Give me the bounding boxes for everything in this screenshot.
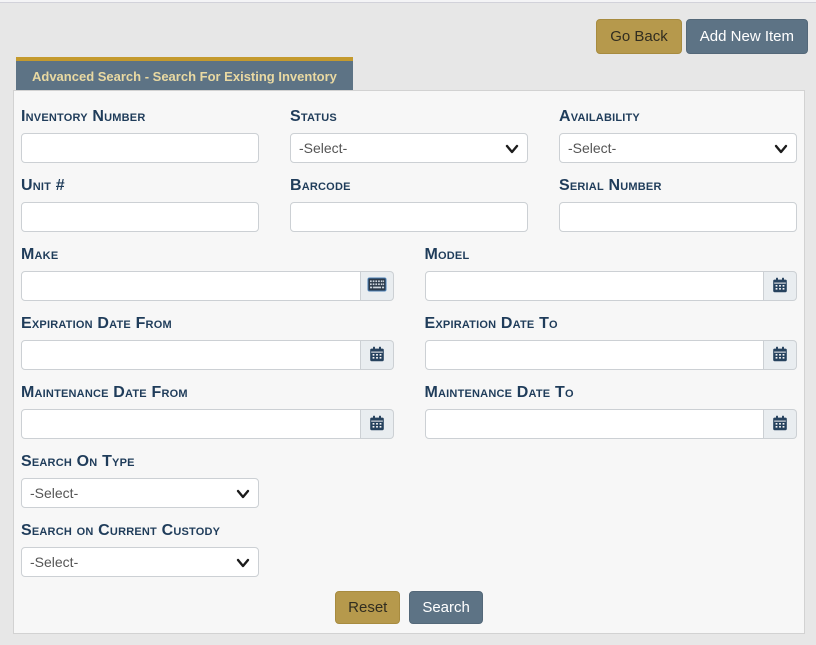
- form-row-7: Search on Current Custody -Select-: [21, 522, 797, 577]
- reset-button[interactable]: Reset: [335, 591, 400, 624]
- availability-label: Availability: [559, 108, 797, 126]
- inventory-number-label: Inventory Number: [21, 108, 259, 126]
- status-label: Status: [290, 108, 528, 126]
- expiration-date-to-input[interactable]: [425, 340, 765, 370]
- field-expiration-date-from: Expiration Date From: [21, 315, 394, 370]
- barcode-input[interactable]: [290, 202, 528, 232]
- make-label: Make: [21, 246, 394, 264]
- barcode-label: Barcode: [290, 177, 528, 195]
- maintenance-date-from-label: Maintenance Date From: [21, 384, 394, 402]
- field-maintenance-date-to: Maintenance Date To: [425, 384, 798, 439]
- field-status: Status -Select-: [290, 108, 528, 163]
- expiration-date-to-label: Expiration Date To: [425, 315, 798, 333]
- maintenance-date-to-calendar-button[interactable]: [764, 409, 797, 439]
- maintenance-date-from-calendar-button[interactable]: [361, 409, 394, 439]
- form-row-3: Make: [21, 246, 797, 301]
- header-actions: Go Back Add New Item: [596, 19, 808, 54]
- field-unit-number: Unit #: [21, 177, 259, 232]
- form-row-6: Search On Type -Select-: [21, 453, 797, 508]
- maintenance-date-to-label: Maintenance Date To: [425, 384, 798, 402]
- field-search-on-type: Search On Type -Select-: [21, 453, 259, 508]
- form-row-4: Expiration Date From Expiration Date To: [21, 315, 797, 370]
- make-keyboard-addon-button[interactable]: [361, 271, 394, 301]
- search-on-current-custody-select[interactable]: -Select-: [21, 547, 259, 577]
- serial-number-input[interactable]: [559, 202, 797, 232]
- maintenance-date-to-input[interactable]: [425, 409, 765, 439]
- expiration-date-from-calendar-button[interactable]: [361, 340, 394, 370]
- search-on-current-custody-label: Search on Current Custody: [21, 522, 259, 540]
- field-make: Make: [21, 246, 394, 301]
- field-barcode: Barcode: [290, 177, 528, 232]
- expiration-date-from-input[interactable]: [21, 340, 361, 370]
- field-maintenance-date-from: Maintenance Date From: [21, 384, 394, 439]
- field-serial-number: Serial Number: [559, 177, 797, 232]
- advanced-search-panel: Inventory Number Status -Select- Availab…: [13, 90, 805, 634]
- unit-number-input[interactable]: [21, 202, 259, 232]
- add-new-item-button[interactable]: Add New Item: [686, 19, 808, 54]
- form-row-1: Inventory Number Status -Select- Availab…: [21, 108, 797, 163]
- form-footer: Reset Search: [21, 591, 797, 624]
- model-label: Model: [425, 246, 798, 264]
- form-row-5: Maintenance Date From Maintenance Date T…: [21, 384, 797, 439]
- availability-select[interactable]: -Select-: [559, 133, 797, 163]
- make-input[interactable]: [21, 271, 361, 301]
- model-calendar-addon-button[interactable]: [764, 271, 797, 301]
- status-select[interactable]: -Select-: [290, 133, 528, 163]
- serial-number-label: Serial Number: [559, 177, 797, 195]
- field-model: Model: [425, 246, 798, 301]
- expiration-date-to-calendar-button[interactable]: [764, 340, 797, 370]
- inventory-number-input[interactable]: [21, 133, 259, 163]
- maintenance-date-from-input[interactable]: [21, 409, 361, 439]
- calendar-icon: [369, 346, 385, 365]
- unit-number-label: Unit #: [21, 177, 259, 195]
- form-row-2: Unit # Barcode Serial Number: [21, 177, 797, 232]
- go-back-button[interactable]: Go Back: [596, 19, 682, 54]
- field-availability: Availability -Select-: [559, 108, 797, 163]
- model-input[interactable]: [425, 271, 765, 301]
- calendar-icon: [772, 277, 788, 296]
- calendar-icon: [772, 415, 788, 434]
- search-on-type-select[interactable]: -Select-: [21, 478, 259, 508]
- field-search-on-current-custody: Search on Current Custody -Select-: [21, 522, 259, 577]
- field-expiration-date-to: Expiration Date To: [425, 315, 798, 370]
- search-on-type-label: Search On Type: [21, 453, 259, 471]
- keyboard-icon: [367, 277, 387, 295]
- calendar-icon: [772, 346, 788, 365]
- search-button[interactable]: Search: [409, 591, 483, 624]
- field-inventory-number: Inventory Number: [21, 108, 259, 163]
- tab-advanced-search[interactable]: Advanced Search - Search For Existing In…: [16, 57, 353, 93]
- expiration-date-from-label: Expiration Date From: [21, 315, 394, 333]
- page-top-strip: [0, 0, 816, 3]
- calendar-icon: [369, 415, 385, 434]
